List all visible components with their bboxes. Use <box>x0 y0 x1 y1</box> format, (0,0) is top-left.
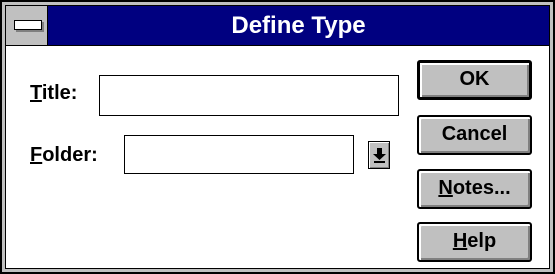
help-button-label: elp <box>467 230 497 252</box>
notes-button-label: otes... <box>452 177 511 199</box>
window-title: Define Type <box>231 12 366 39</box>
help-button[interactable]: Help <box>417 222 532 262</box>
notes-button-accel: N <box>438 177 453 199</box>
folder-label: Folder: <box>30 144 98 167</box>
define-type-dialog: Define Type Title: Folder: OK Cancel Not… <box>0 0 555 274</box>
folder-input[interactable] <box>124 135 354 174</box>
cancel-button-label: Cancel <box>441 123 508 145</box>
folder-label-accel: F <box>30 144 43 166</box>
folder-label-text: older: <box>42 144 98 166</box>
down-arrow-icon <box>373 148 386 163</box>
notes-button[interactable]: Notes... <box>417 169 532 209</box>
title-label-text: itle: <box>41 82 78 104</box>
system-menu-icon <box>14 20 42 30</box>
system-menu-button[interactable] <box>6 6 48 45</box>
help-button-accel: H <box>452 230 468 252</box>
title-input[interactable] <box>99 75 399 116</box>
ok-button-label: OK <box>459 68 490 90</box>
title-label-accel: T <box>30 82 42 104</box>
ok-button[interactable]: OK <box>417 60 532 100</box>
folder-dropdown-button[interactable] <box>368 141 390 169</box>
title-bar[interactable]: Define Type <box>6 6 549 46</box>
title-label: Title: <box>30 82 77 105</box>
cancel-button[interactable]: Cancel <box>417 115 532 155</box>
